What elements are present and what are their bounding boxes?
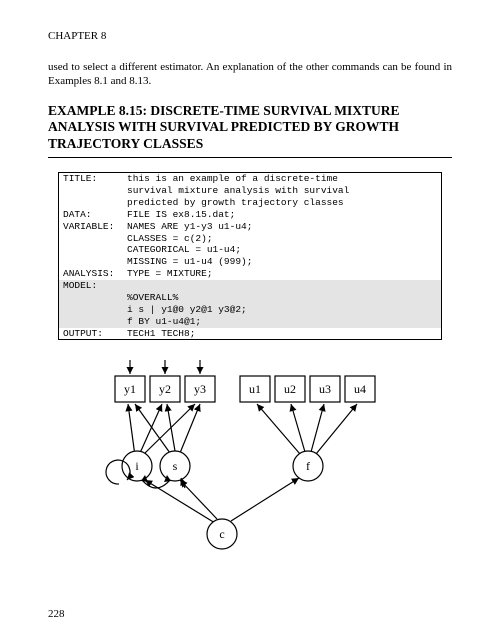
code-text: survival mixture analysis with survival <box>127 185 441 197</box>
svg-text:u3: u3 <box>319 382 331 396</box>
code-block: TITLE:this is an example of a discrete-t… <box>58 172 442 340</box>
page-number: 228 <box>48 608 65 620</box>
code-label-data: DATA: <box>59 209 127 221</box>
node-u2: u2 <box>275 376 305 402</box>
code-text: MISSING = u1-u4 (999); <box>127 256 441 268</box>
node-f: f <box>293 451 323 481</box>
node-y1: y1 <box>115 376 145 402</box>
svg-text:u2: u2 <box>284 382 296 396</box>
code-text: NAMES ARE y1-y3 u1-u4; <box>127 221 441 233</box>
node-u3: u3 <box>310 376 340 402</box>
code-text: %OVERALL% <box>127 292 441 304</box>
svg-text:f: f <box>306 459 310 473</box>
node-y2: y2 <box>150 376 180 402</box>
chapter-header: CHAPTER 8 <box>48 30 452 42</box>
intro-paragraph: used to select a different estimator. An… <box>48 60 452 89</box>
code-text: this is an example of a discrete-time <box>127 173 441 185</box>
svg-text:u1: u1 <box>249 382 261 396</box>
node-s: s <box>160 451 190 481</box>
code-text: CLASSES = c(2); <box>127 233 441 245</box>
section-title: EXAMPLE 8.15: DISCRETE-TIME SURVIVAL MIX… <box>48 103 452 159</box>
code-text: FILE IS ex8.15.dat; <box>127 209 441 221</box>
node-y3: y3 <box>185 376 215 402</box>
code-label-variable: VARIABLE: <box>59 221 127 233</box>
code-text: CATEGORICAL = u1-u4; <box>127 244 441 256</box>
node-c: c <box>207 519 237 549</box>
svg-text:y2: y2 <box>159 382 171 396</box>
node-u1: u1 <box>240 376 270 402</box>
path-diagram: y1 y2 y3 u1 u2 u3 <box>48 356 452 571</box>
code-label-model: MODEL: <box>59 280 127 292</box>
svg-text:y3: y3 <box>194 382 206 396</box>
node-u4: u4 <box>345 376 375 402</box>
code-label-analysis: ANALYSIS: <box>59 268 127 280</box>
svg-text:s: s <box>173 459 178 473</box>
code-label-output: OUTPUT: <box>59 328 127 340</box>
code-text: TYPE = MIXTURE; <box>127 268 441 280</box>
svg-text:y1: y1 <box>124 382 136 396</box>
svg-text:c: c <box>219 527 224 541</box>
svg-text:u4: u4 <box>354 382 366 396</box>
code-label-title: TITLE: <box>59 173 127 185</box>
node-i: i <box>122 451 152 481</box>
code-text: i s | y1@0 y2@1 y3@2; <box>127 304 441 316</box>
code-text: TECH1 TECH8; <box>127 328 441 340</box>
diagram-svg: y1 y2 y3 u1 u2 u3 <box>95 356 405 566</box>
code-text: predicted by growth trajectory classes <box>127 197 441 209</box>
code-text: f BY u1-u4@1; <box>127 316 441 328</box>
document-page: CHAPTER 8 used to select a different est… <box>0 0 500 638</box>
